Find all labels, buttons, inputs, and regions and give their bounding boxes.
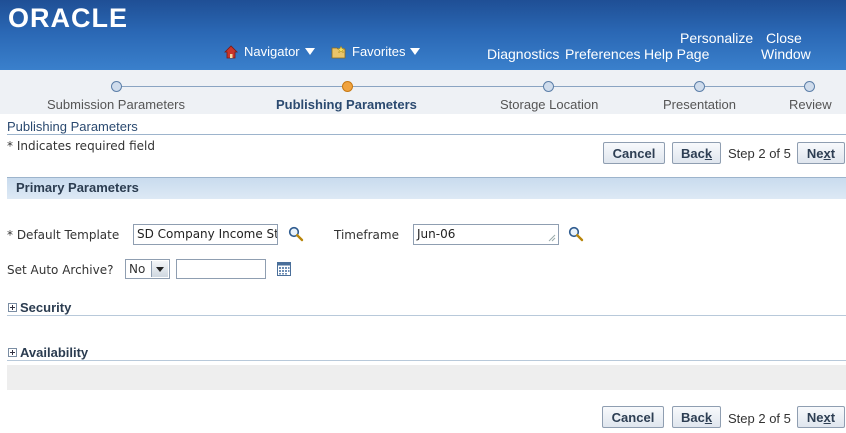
back-access-key: k	[704, 145, 713, 161]
personalize-page-link[interactable]: Personalize Help Page	[644, 30, 753, 62]
close-window-link[interactable]: Close Window	[761, 30, 811, 62]
oracle-logo: ORACLE	[8, 3, 128, 33]
home-icon	[224, 44, 238, 58]
train-step-dot-storage[interactable]	[543, 81, 554, 92]
favorites-folder-icon	[331, 44, 346, 58]
default-template-label: * Default Template	[7, 228, 120, 242]
security-divider	[7, 315, 846, 316]
personalize-label: Personalize	[680, 30, 754, 46]
train-step-submission-parameters[interactable]: Submission Parameters	[47, 97, 185, 112]
search-icon[interactable]	[568, 226, 584, 242]
close-label: Close	[766, 30, 802, 46]
next-label-start: Ne	[806, 409, 824, 425]
train-step-publishing-parameters: Publishing Parameters	[276, 97, 417, 112]
timeframe-label: Timeframe	[334, 228, 399, 242]
help-page-label: Help Page	[644, 46, 710, 62]
diagnostics-link[interactable]: Diagnostics	[487, 46, 559, 62]
security-section-toggle[interactable]: Security	[8, 300, 71, 315]
expand-icon	[8, 348, 17, 357]
default-template-input[interactable]: SD Company Income Sta	[133, 224, 278, 245]
navigator-menu[interactable]: Navigator	[224, 44, 315, 59]
required-field-note: * Indicates required field	[7, 139, 156, 153]
next-access-key: x	[823, 409, 831, 425]
availability-section-toggle[interactable]: Availability	[8, 345, 88, 360]
train-step-dot-submission[interactable]	[111, 81, 122, 92]
cancel-button-top[interactable]: Cancel	[603, 142, 665, 164]
back-button-bottom[interactable]: Bac k	[672, 406, 721, 428]
navigator-label: Navigator	[244, 44, 300, 59]
availability-label: Availability	[20, 345, 89, 360]
auto-archive-value: No	[129, 262, 146, 276]
chevron-down-icon	[151, 261, 168, 277]
auto-archive-label: Set Auto Archive?	[7, 263, 114, 277]
next-label-end: t	[830, 409, 836, 425]
auto-archive-select[interactable]: No	[125, 259, 170, 279]
window-label: Window	[761, 46, 811, 62]
chevron-down-icon	[410, 48, 421, 55]
auto-archive-date-input[interactable]	[176, 259, 266, 279]
expand-icon	[8, 303, 17, 312]
step-indicator-bottom: Step 2 of 5	[728, 411, 791, 426]
train-step-storage-location[interactable]: Storage Location	[500, 97, 598, 112]
back-label: Bac	[680, 409, 705, 425]
next-label-start: Ne	[806, 145, 824, 161]
availability-divider	[7, 360, 846, 361]
back-button-top[interactable]: Bac k	[672, 142, 721, 164]
back-access-key: k	[704, 409, 713, 425]
page-title: Publishing Parameters	[7, 119, 138, 134]
chevron-down-icon	[304, 48, 315, 55]
resize-grip-icon	[548, 234, 556, 242]
search-icon[interactable]	[288, 226, 304, 242]
region-title: Primary Parameters	[16, 180, 139, 195]
next-button-top[interactable]: Ne x t	[797, 142, 845, 164]
train-step-dot-review[interactable]	[804, 81, 815, 92]
train-step-dot-publishing	[342, 81, 353, 92]
security-label: Security	[20, 300, 72, 315]
favorites-menu[interactable]: Favorites	[331, 44, 421, 59]
train-step-review[interactable]: Review	[789, 97, 832, 112]
next-label-end: t	[830, 145, 836, 161]
region-footer	[7, 365, 846, 390]
preferences-link[interactable]: Preferences	[565, 46, 640, 62]
train-step-presentation[interactable]: Presentation	[663, 97, 736, 112]
next-access-key: x	[823, 145, 831, 161]
train-step-dot-presentation[interactable]	[694, 81, 705, 92]
timeframe-input[interactable]: Jun-06	[413, 224, 559, 245]
cancel-button-bottom[interactable]: Cancel	[602, 406, 664, 428]
next-button-bottom[interactable]: Ne x t	[797, 406, 845, 428]
calendar-icon[interactable]	[277, 262, 291, 276]
step-indicator-top: Step 2 of 5	[728, 146, 791, 161]
favorites-label: Favorites	[352, 44, 406, 59]
train-connector	[117, 86, 810, 87]
title-divider	[7, 134, 846, 135]
back-label: Bac	[680, 145, 705, 161]
